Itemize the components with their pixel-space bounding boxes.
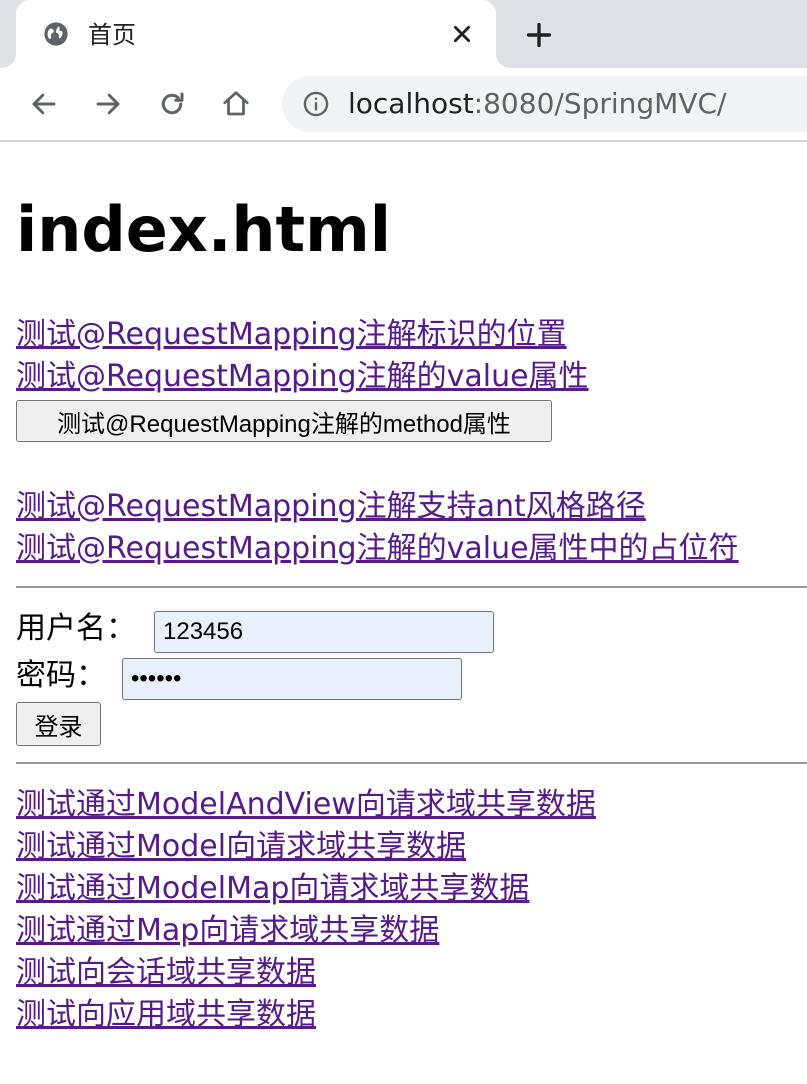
forward-icon[interactable] (88, 84, 128, 124)
home-icon[interactable] (216, 84, 256, 124)
globe-icon (42, 20, 70, 48)
link-application-scope[interactable]: 测试向应用域共享数据 (16, 996, 316, 1034)
username-label: 用户名： (16, 611, 136, 646)
address-bar[interactable]: localhost:8080/SpringMVC/ (282, 76, 807, 132)
tab-corner (0, 54, 16, 68)
login-button[interactable]: 登录 (16, 702, 101, 746)
link-requestmapping-value[interactable]: 测试@RequestMapping注解的value属性 (16, 358, 589, 396)
url-host: localhost (348, 87, 474, 120)
link-requestmapping-position[interactable]: 测试@RequestMapping注解标识的位置 (16, 316, 567, 354)
divider (16, 586, 807, 588)
page-title: index.html (16, 193, 391, 266)
method-test-button[interactable]: 测试@RequestMapping注解的method属性 (16, 400, 552, 442)
back-icon[interactable] (24, 84, 64, 124)
link-session-scope[interactable]: 测试向会话域共享数据 (16, 954, 316, 992)
link-requestmapping-placeholder[interactable]: 测试@RequestMapping注解的value属性中的占位符 (16, 530, 739, 568)
tab-title: 首页 (88, 21, 136, 49)
reload-icon[interactable] (152, 84, 192, 124)
link-modelandview[interactable]: 测试通过ModelAndView向请求域共享数据 (16, 786, 596, 824)
browser-toolbar: localhost:8080/SpringMVC/ (0, 68, 807, 142)
link-requestmapping-ant[interactable]: 测试@RequestMapping注解支持ant风格路径 (16, 488, 646, 526)
tab-corner (496, 54, 512, 68)
browser-tab-active[interactable]: 首页 (16, 0, 496, 68)
link-modelmap[interactable]: 测试通过ModelMap向请求域共享数据 (16, 870, 529, 908)
url-text: localhost:8080/SpringMVC/ (348, 86, 726, 122)
info-icon[interactable] (302, 90, 330, 118)
url-path: :8080/SpringMVC/ (473, 87, 727, 120)
plus-icon[interactable] (522, 18, 556, 52)
page-content: index.html 测试@RequestMapping注解标识的位置 测试@R… (0, 142, 807, 1084)
password-input[interactable]: •••••• (122, 658, 462, 700)
divider (16, 762, 807, 764)
password-label: 密码： (16, 658, 106, 693)
link-model[interactable]: 测试通过Model向请求域共享数据 (16, 828, 466, 866)
link-map[interactable]: 测试通过Map向请求域共享数据 (16, 912, 439, 950)
username-input[interactable]: 123456 (154, 611, 494, 653)
close-icon[interactable] (448, 20, 476, 48)
tab-strip: 首页 (0, 0, 807, 68)
